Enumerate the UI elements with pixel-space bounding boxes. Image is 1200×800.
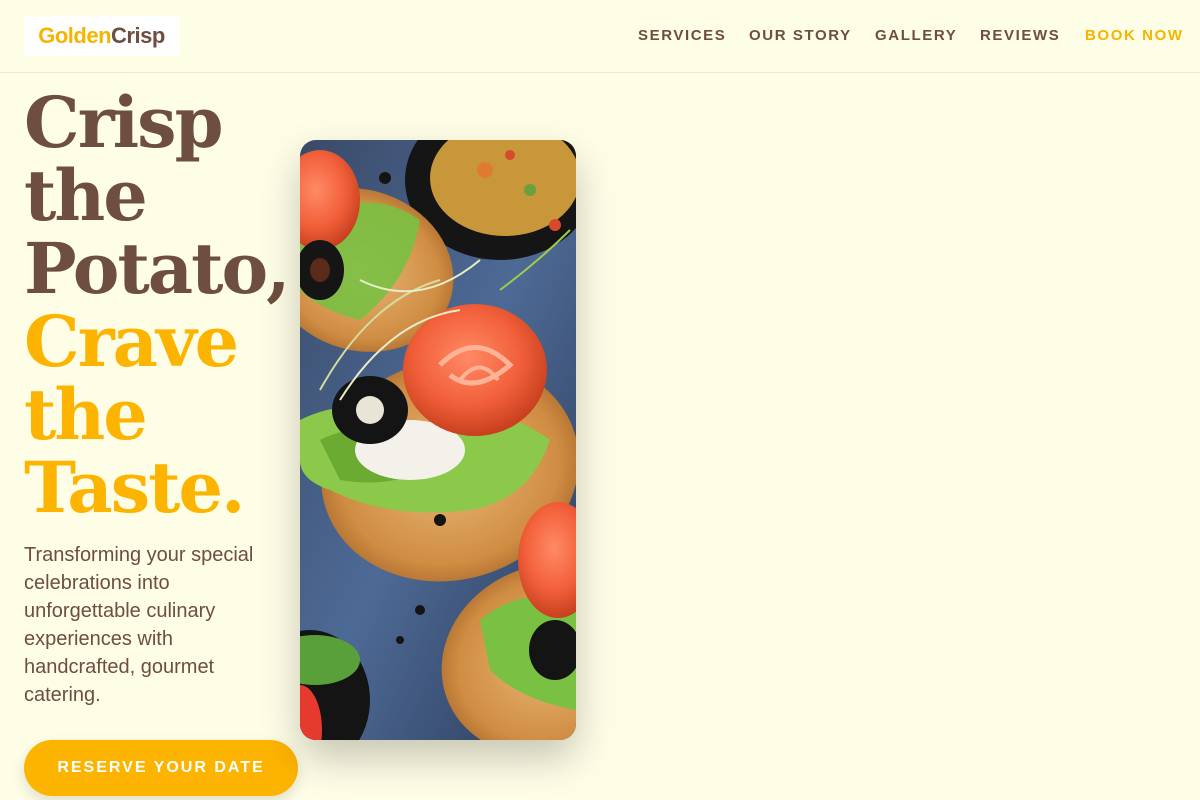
hero-food-image <box>300 140 576 740</box>
hero-subtitle: Transforming your special celebrations i… <box>24 544 254 706</box>
nav-our-story[interactable]: OUR STORY <box>749 27 852 44</box>
headline-line: Crisp <box>24 81 224 164</box>
headline-accent-line: the <box>24 373 148 456</box>
reserve-date-button[interactable]: RESERVE YOUR DATE <box>24 740 298 796</box>
site-header: Golden Crisp SERVICES OUR STORY GALLERY R… <box>0 0 1200 73</box>
nav-gallery[interactable]: GALLERY <box>875 27 957 44</box>
headline-line: the <box>24 154 148 237</box>
brand-name-part2: Crisp <box>111 23 165 48</box>
nav-services[interactable]: SERVICES <box>638 27 726 44</box>
brand-logo[interactable]: Golden Crisp <box>24 16 179 56</box>
nav-book-now[interactable]: BOOK NOW <box>1085 27 1184 44</box>
headline-line: Potato, <box>24 227 291 310</box>
brand-name-part1: Golden <box>38 23 112 48</box>
nav-reviews[interactable]: REVIEWS <box>980 27 1060 44</box>
headline-accent-line: Taste. <box>24 446 245 529</box>
food-illustration <box>300 140 576 740</box>
headline-accent-line: Crave <box>24 300 239 383</box>
hero-headline: Crisp the Potato, Crave the Taste. <box>24 81 291 529</box>
